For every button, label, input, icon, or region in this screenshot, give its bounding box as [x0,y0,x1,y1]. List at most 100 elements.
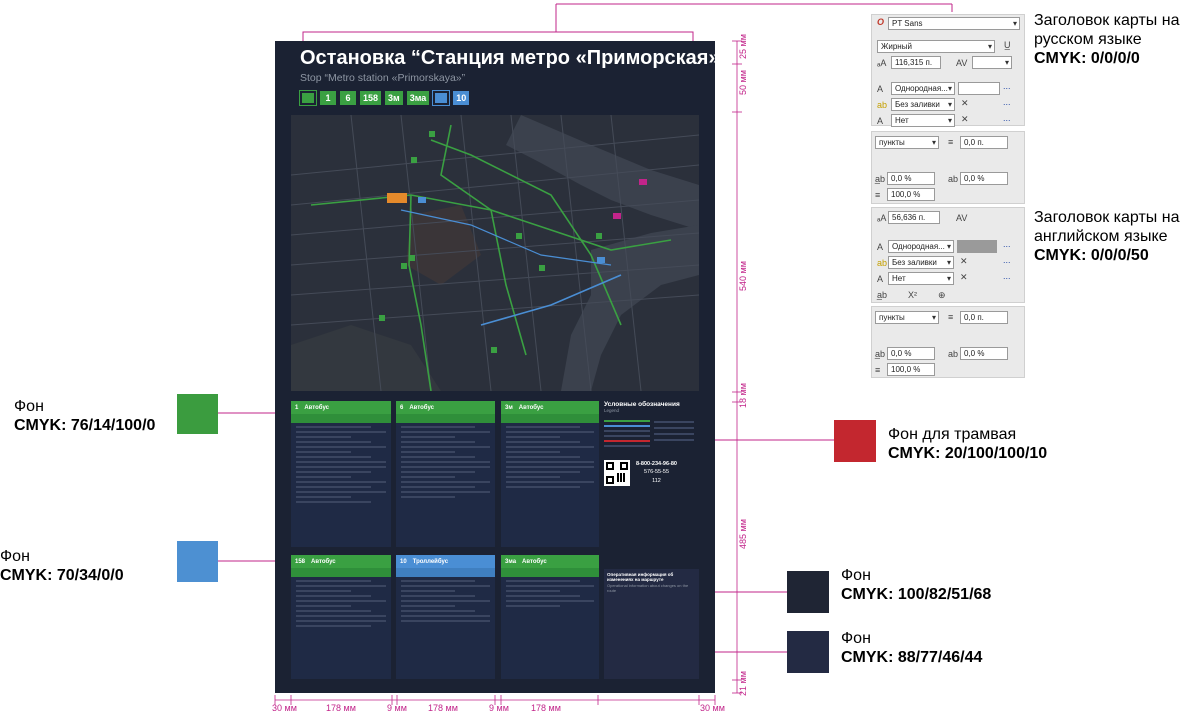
dim-label: 9 мм [489,703,509,713]
indent-icon: ≡ [948,137,954,147]
red-swatch [834,420,876,462]
paragraph-panel-en: пункты ≡ 0,0 п. a̲b 0,0 % ab 0,0 % ≡ 100… [871,306,1025,378]
text-fill-icon: A [877,84,884,94]
dim-label: 18 мм [738,383,748,408]
dim-label: 30 мм [272,703,297,713]
font-size-field[interactable]: 116,315 п. [891,56,941,69]
navy1-cmyk: CMYK: 100/82/51/68 [841,585,992,603]
route-badge: 6 [340,91,356,105]
units-select[interactable]: пункты [875,136,939,149]
ru-title-annotation: Заголовок карты на русском языке CMYK: 0… [1034,12,1200,69]
en-title-label: Заголовок карты на английском языке [1034,209,1180,245]
bg-green-cmyk: CMYK: 76/14/100/0 [14,416,156,434]
more-options-icon[interactable]: ... [1003,97,1011,107]
poster-title: Остановка “Станция метро «Приморская»” [300,47,730,69]
fill-color-swatch[interactable] [958,82,1000,95]
char-spacing-icon: a̲b [875,349,886,359]
card-header: 6 Автобус [396,401,495,414]
trolleybus-mode-icon [432,90,451,106]
indent-field[interactable]: 0,0 п. [960,311,1008,324]
timetable-card: 3м Автобус [501,401,599,547]
background-fill-select[interactable]: Без заливки [891,98,955,111]
card-header: 158 Автобус [291,555,391,568]
underline-icon[interactable]: U̲ [1004,40,1011,50]
ops-info-title-en: Operational information about changes on… [607,583,689,593]
outline-icon: A [877,116,884,126]
font-style-select[interactable]: Жирный [877,40,995,53]
card-header: 3ма Автобус [501,555,599,568]
navy-swatch-1 [787,571,829,613]
kerning-icon: AV [956,58,968,68]
case-icon[interactable]: ⊕ [938,290,946,301]
fill-type-select[interactable]: Однородная... [891,82,955,95]
fill-color-swatch[interactable] [957,240,997,253]
bg-blue-cmyk: CMYK: 70/34/0/0 [0,566,124,584]
route-badge: 3ма [406,91,430,105]
card-route-num: 10 [400,558,407,565]
char-spacing-field[interactable]: 0,0 % [887,172,935,185]
bus-mode-icon [299,90,317,106]
outline-select[interactable]: Нет [891,114,955,127]
paragraph-panel-ru: пункты ≡ 0,0 п. a̲b 0,0 % ab 0,0 % ≡ 100… [871,131,1025,204]
word-spacing-field[interactable]: 0,0 % [960,172,1008,185]
legend-title-en: Legend [604,408,620,413]
poster-subtitle: Stop “Metro station «Primorskaya»” [300,72,466,84]
dim-label: 50 мм [738,70,748,95]
dim-label: 178 мм [531,703,561,713]
dim-label: 178 мм [428,703,458,713]
card-route-num: 3м [505,404,513,411]
superscript-icon[interactable]: X² [908,290,917,300]
more-options-icon[interactable]: ... [1003,271,1011,281]
route-badge: 3м [385,91,403,105]
text-fill-icon: A [877,242,884,252]
card-route-type: Автобус [518,404,544,411]
tram-cmyk: CMYK: 20/100/100/10 [888,444,1048,462]
route-badges: 1 6 158 3м 3ма 10 [299,90,470,106]
en-title-cmyk: CMYK: 0/0/0/50 [1034,246,1149,264]
font-size-icon: ₐA [877,213,887,223]
font-family-select[interactable]: PT Sans [888,17,1020,30]
outline-select[interactable]: Нет [888,272,954,285]
en-title-annotation: Заголовок карты на английском языке CMYK… [1034,209,1200,266]
blue-swatch [177,541,218,582]
ops-info-panel: Оперативная информация об изменениях на … [604,569,699,679]
more-options-icon[interactable]: ... [1003,255,1011,265]
word-spacing-icon: ab [948,174,959,184]
text-properties-panel-ru: O PT Sans Жирный U̲ ₐA 116,315 п. AV A О… [871,14,1025,127]
card-header: 10 Троллейбус [396,555,495,568]
line-spacing-field[interactable]: 100,0 % [887,363,935,376]
more-options-icon[interactable]: ... [1003,81,1011,91]
card-route-type: Автобус [311,558,336,565]
indent-field[interactable]: 0,0 п. [960,136,1008,149]
opentype-icon: O [877,17,885,27]
card-route-type: Автобус [522,558,547,565]
char-spacing-field[interactable]: 0,0 % [887,347,935,360]
fill-type-select[interactable]: Однородная... [888,240,954,253]
font-size-field[interactable]: 56,636 п. [888,211,940,224]
word-spacing-icon: ab [948,349,959,359]
no-color-icon: ✕ [960,256,968,266]
bg-blue-annotation: Фон CMYK: 70/34/0/0 [0,548,124,586]
route-map [291,115,699,391]
background-fill-icon: ab [877,100,888,110]
more-options-icon[interactable]: ... [1003,113,1011,123]
timetable-card: 1 Автобус [291,401,391,547]
background-fill-select[interactable]: Без заливки [888,256,954,269]
subscript-icon[interactable]: a̲b [877,290,887,300]
navy1-annotation: Фон CMYK: 100/82/51/68 [841,567,991,605]
no-color-icon: ✕ [961,114,969,124]
more-options-icon[interactable]: ... [1003,239,1011,249]
card-subheader [291,414,391,423]
dim-label: 30 мм [700,703,725,713]
card-subheader [396,568,495,577]
tram-annotation: Фон для трамвая CMYK: 20/100/100/10 [888,426,1047,464]
card-header: 3м Автобус [501,401,599,414]
dim-label: 178 мм [326,703,356,713]
line-spacing-field[interactable]: 100,0 % [887,188,935,201]
dim-label: 485 мм [738,519,748,549]
units-select[interactable]: пункты [875,311,939,324]
word-spacing-field[interactable]: 0,0 % [960,347,1008,360]
phone-number-2: 576-55-55 [643,469,670,476]
kerning-field[interactable] [972,56,1012,69]
navy2-annotation: Фон CMYK: 88/77/46/44 [841,630,982,668]
